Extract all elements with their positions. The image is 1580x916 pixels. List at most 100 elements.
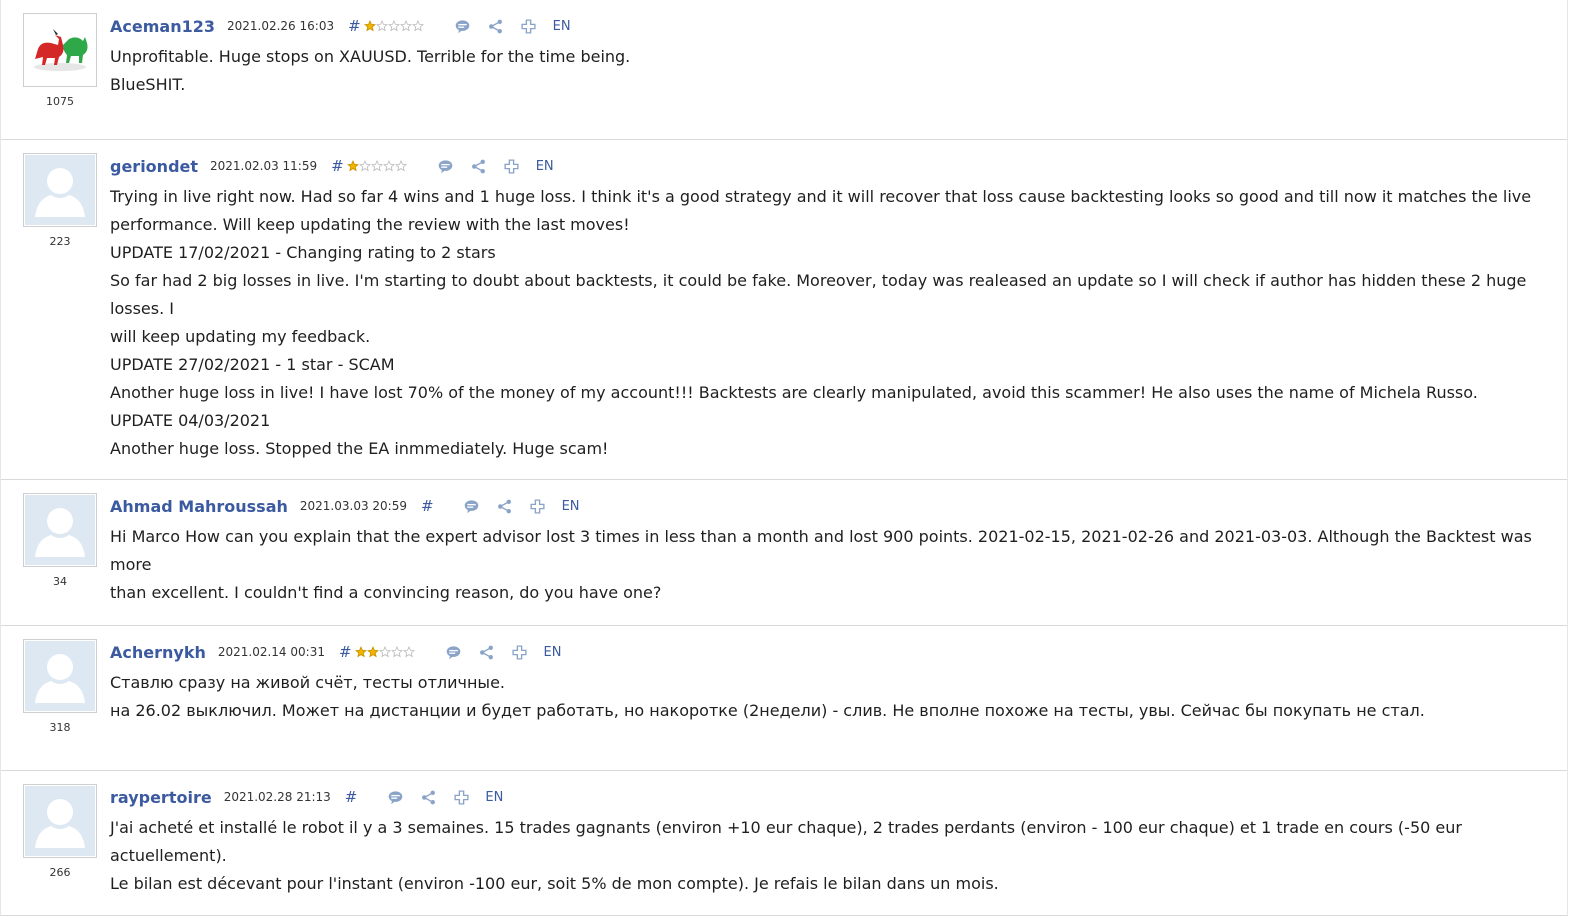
language-toggle[interactable]: EN [485, 790, 503, 805]
review-content: Achernykh 2021.02.14 00:31 # EN Ставлю сразу… [110, 639, 1555, 725]
review-content: raypertoire 2021.02.28 21:13 # EN J'ai achet… [110, 784, 1555, 898]
share-icon[interactable] [496, 497, 514, 515]
author-link[interactable]: Ahmad Mahroussah [110, 497, 288, 516]
avatar[interactable] [23, 493, 97, 567]
plus-icon[interactable] [452, 788, 470, 806]
bull-bear-icon [25, 15, 95, 85]
review-meta: Achernykh 2021.02.14 00:31 # EN [110, 639, 1555, 665]
comment-icon[interactable] [386, 788, 404, 806]
author-link[interactable]: Aceman123 [110, 17, 215, 36]
user-rating-count: 318 [49, 721, 71, 734]
language-toggle[interactable]: EN [544, 645, 562, 660]
default-user-icon [25, 495, 95, 565]
share-icon[interactable] [470, 157, 488, 175]
review-line: performance. Will keep updating the revi… [110, 215, 630, 234]
plus-icon[interactable] [503, 157, 521, 175]
avatar[interactable] [23, 13, 97, 87]
review-date: 2021.02.26 16:03 [226, 19, 335, 33]
share-icon[interactable] [419, 788, 437, 806]
avatar[interactable] [23, 639, 97, 713]
star-empty-icon [375, 20, 388, 32]
review-line: UPDATE 27/02/2021 - 1 star - SCAM [110, 355, 395, 374]
star-filled-icon [366, 646, 379, 658]
author-link[interactable]: Achernykh [110, 643, 206, 662]
default-user-icon [25, 786, 95, 856]
star-empty-icon [399, 20, 412, 32]
star-empty-icon [378, 646, 391, 658]
star-filled-icon [363, 20, 376, 32]
author-link[interactable]: raypertoire [110, 788, 212, 807]
star-empty-icon [370, 160, 383, 172]
share-icon[interactable] [487, 17, 505, 35]
review-content: Aceman123 2021.02.26 16:03 # EN Unprofitable… [110, 13, 1555, 99]
review-actions: EN [445, 643, 562, 661]
reviews-list: 1075 Aceman123 2021.02.26 16:03 # EN Unprofit… [0, 0, 1568, 916]
permalink[interactable]: # [331, 157, 344, 175]
review-meta: raypertoire 2021.02.28 21:13 # EN [110, 784, 1555, 810]
star-empty-icon [387, 20, 400, 32]
review-item: 223 geriondet 2021.02.03 11:59 # EN Trying in… [1, 140, 1567, 480]
star-empty-icon [382, 160, 395, 172]
avatar-column: 1075 [21, 13, 99, 108]
comment-icon[interactable] [445, 643, 463, 661]
language-toggle[interactable]: EN [562, 499, 580, 514]
user-rating-count: 223 [49, 235, 71, 248]
review-actions: EN [454, 17, 571, 35]
review-line: UPDATE 17/02/2021 - Changing rating to 2… [110, 243, 496, 262]
review-meta: Aceman123 2021.02.26 16:03 # EN [110, 13, 1555, 39]
share-icon[interactable] [478, 643, 496, 661]
review-line: Hi Marco How can you explain that the ex… [110, 527, 1532, 574]
review-actions: EN [437, 157, 554, 175]
permalink[interactable]: # [339, 643, 352, 661]
review-line: will keep updating my feedback. [110, 327, 371, 346]
user-rating-count: 266 [49, 866, 71, 879]
avatar-column: 266 [21, 784, 99, 879]
avatar-column: 34 [21, 493, 99, 588]
plus-icon[interactable] [511, 643, 529, 661]
review-line: Trying in live right now. Had so far 4 w… [110, 187, 1532, 206]
star-empty-icon [394, 160, 407, 172]
review-item: 266 raypertoire 2021.02.28 21:13 # EN J'ai ac… [1, 771, 1567, 916]
review-content: geriondet 2021.02.03 11:59 # EN Trying in li… [110, 153, 1555, 463]
comment-icon[interactable] [454, 17, 472, 35]
star-rating [363, 20, 424, 32]
plus-icon[interactable] [520, 17, 538, 35]
review-date: 2021.02.03 11:59 [210, 159, 318, 173]
review-line: J'ai acheté et installé le robot il y a … [110, 818, 1462, 865]
star-rating [354, 646, 415, 658]
review-line: Unprofitable. Huge stops on XAUUSD. Terr… [110, 47, 631, 66]
review-line: So far had 2 big losses in live. I'm sta… [110, 271, 1527, 318]
star-empty-icon [358, 160, 371, 172]
author-link[interactable]: geriondet [110, 157, 198, 176]
default-user-icon [25, 641, 95, 711]
review-date: 2021.02.14 00:31 [217, 645, 325, 659]
review-text: Hi Marco How can you explain that the ex… [110, 523, 1555, 607]
comment-icon[interactable] [437, 157, 455, 175]
review-date: 2021.02.28 21:13 [223, 790, 331, 804]
review-date: 2021.03.03 20:59 [299, 499, 407, 513]
review-line: Another huge loss. Stopped the EA inmmed… [110, 439, 609, 458]
star-empty-icon [390, 646, 403, 658]
default-user-icon [25, 155, 95, 225]
permalink[interactable]: # [348, 17, 361, 35]
language-toggle[interactable]: EN [553, 19, 571, 34]
review-meta: geriondet 2021.02.03 11:59 # EN [110, 153, 1555, 179]
star-empty-icon [411, 20, 424, 32]
review-text: Trying in live right now. Had so far 4 w… [110, 183, 1555, 463]
star-filled-icon [354, 646, 367, 658]
avatar[interactable] [23, 784, 97, 858]
review-line: than excellent. I couldn't find a convin… [110, 583, 662, 602]
review-text: Unprofitable. Huge stops on XAUUSD. Terr… [110, 43, 1555, 99]
star-empty-icon [402, 646, 415, 658]
permalink[interactable]: # [345, 788, 358, 806]
review-item: 1075 Aceman123 2021.02.26 16:03 # EN Unprofit… [1, 0, 1567, 140]
review-text: J'ai acheté et installé le robot il y a … [110, 814, 1555, 898]
avatar[interactable] [23, 153, 97, 227]
review-content: Ahmad Mahroussah 2021.03.03 20:59 # EN Hi Ma… [110, 493, 1555, 607]
plus-icon[interactable] [529, 497, 547, 515]
user-rating-count: 1075 [46, 95, 74, 108]
language-toggle[interactable]: EN [536, 159, 554, 174]
comment-icon[interactable] [463, 497, 481, 515]
review-line: Ставлю сразу на живой счёт, тесты отличн… [110, 673, 505, 692]
permalink[interactable]: # [421, 497, 434, 515]
